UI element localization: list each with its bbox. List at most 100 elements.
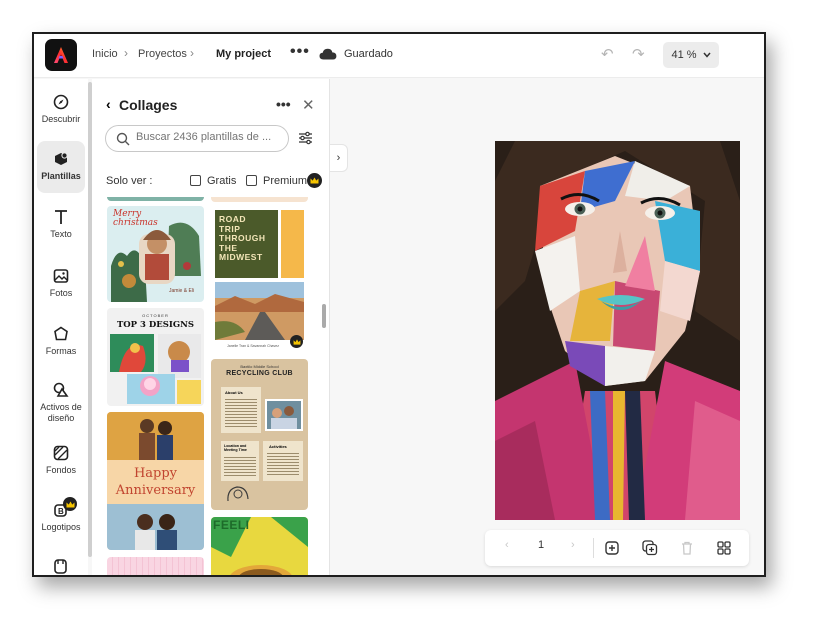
page-controls: ‹ 1 › [485, 530, 749, 566]
zoom-dropdown[interactable]: 41 % [663, 42, 719, 68]
template-thumbnail[interactable] [107, 197, 204, 201]
info-card: Location and Meeting Time [221, 441, 259, 481]
design-artboard[interactable] [495, 141, 740, 520]
title-line: THE [219, 242, 238, 253]
template-recycling-club[interactable]: Baxtilo Middle School RECYCLING CLUB Abo… [211, 359, 308, 510]
compass-icon [53, 94, 69, 110]
breadcrumb-home[interactable]: Inicio [92, 48, 118, 60]
info-card: Activities [263, 441, 303, 481]
panel-title: Collages [119, 97, 178, 113]
title-area: Happy Anniversary [107, 460, 204, 504]
section-heading: Activities [269, 444, 287, 449]
info-card: About Us [221, 387, 261, 433]
road-photo [215, 282, 304, 340]
template-title: Merry christmas [113, 210, 158, 228]
rail-item-text[interactable]: Texto [34, 208, 88, 239]
project-name[interactable]: My project [216, 48, 271, 60]
add-page-icon[interactable] [605, 541, 619, 555]
text-lines [224, 455, 256, 477]
title-block: ROAD TRIP THROUGH THE MIDWEST [215, 210, 278, 278]
search-input[interactable] [136, 131, 284, 143]
prev-page-icon[interactable]: ‹ [505, 539, 509, 551]
title-line: Happy [133, 466, 178, 481]
search-icon [116, 132, 130, 146]
couple-photo-top [107, 412, 204, 460]
panel-scrollbar[interactable] [322, 304, 326, 328]
delete-page-icon[interactable] [681, 541, 693, 555]
template-kicker: OCTOBER [142, 313, 169, 318]
rail-item-design-assets[interactable]: Activos de diseño [34, 381, 88, 424]
section-heading: Location and Meeting Time [224, 444, 247, 452]
collapse-panel-button[interactable]: › [330, 144, 348, 172]
grid-view-icon[interactable] [717, 541, 731, 555]
next-page-icon[interactable]: › [571, 539, 575, 551]
rail-item-templates[interactable]: Plantillas [37, 141, 85, 193]
premium-crown-icon [290, 335, 303, 348]
plugin-icon[interactable] [53, 558, 69, 574]
show-only-label: Solo ver : [106, 175, 153, 187]
image-icon [53, 269, 69, 283]
save-status: Guardado [344, 48, 393, 60]
section-heading: About Us [225, 390, 243, 395]
adobe-express-logo[interactable] [45, 39, 77, 71]
chevron-right-icon: › [190, 46, 194, 60]
accent-strip [281, 210, 304, 278]
template-kicker: Baxtilo Middle School [240, 364, 279, 369]
template-title: ROAD TRIP THROUGH THE MIDWEST [215, 210, 278, 268]
rail-item-photos[interactable]: Fotos [34, 267, 88, 298]
template-thumbnail[interactable] [107, 557, 204, 575]
express-logo-icon [54, 47, 68, 63]
title-line: THROUGH [219, 233, 266, 243]
template-christmas[interactable]: Merry christmas Jamie & Eli [107, 206, 204, 302]
rail-label: Plantillas [41, 171, 81, 181]
template-feeling[interactable]: FEELI [211, 517, 308, 575]
redo-icon[interactable]: ↷ [632, 45, 645, 63]
templates-panel: ‹ Collages ••• ✕ Solo ver : Gratis Premi… [92, 79, 330, 575]
template-search[interactable] [105, 125, 289, 152]
page-number: 1 [538, 539, 545, 551]
breadcrumb-projects[interactable]: Proyectos [138, 48, 187, 60]
template-thumbnail[interactable] [211, 197, 308, 202]
rail-item-backgrounds[interactable]: Fondos [34, 444, 88, 475]
title-line: Anniversary [115, 483, 196, 498]
premium-crown-icon [307, 173, 322, 188]
panel-more-icon[interactable]: ••• [276, 96, 291, 112]
template-road-trip[interactable]: ROAD TRIP THROUGH THE MIDWEST Janelle Tr… [211, 206, 308, 354]
template-title: TOP 3 DESIGNS [116, 320, 195, 330]
rail-label: Descubrir [41, 114, 81, 124]
premium-checkbox[interactable] [246, 175, 257, 186]
template-title: FEELI [213, 518, 250, 532]
back-chevron-icon[interactable]: ‹ [106, 96, 111, 112]
chevron-right-icon: › [336, 152, 341, 164]
more-options-icon[interactable]: ••• [290, 43, 310, 61]
template-grid: Merry christmas Jamie & Eli ROAD TRIP TH… [92, 197, 330, 575]
duplicate-page-icon[interactable] [642, 540, 658, 556]
free-label: Gratis [207, 175, 237, 187]
couple-photo-bottom [107, 504, 204, 550]
shapes-icon [54, 326, 68, 341]
title-line: TRIP [219, 223, 241, 234]
recycle-hands-icon [227, 486, 249, 502]
divider [593, 538, 594, 558]
rail-label: Fondos [45, 465, 77, 475]
rail-label: Fotos [49, 288, 73, 298]
rail-item-discover[interactable]: Descubrir [34, 93, 88, 124]
template-title: Happy Anniversary [107, 465, 204, 499]
template-top-designs[interactable]: OCTOBER TOP 3 DESIGNS [107, 308, 204, 406]
top-bar: Inicio › Proyectos › My project ••• Guar… [34, 34, 764, 78]
rail-item-shapes[interactable]: Formas [34, 325, 88, 356]
template-anniversary[interactable]: Happy Anniversary [107, 412, 204, 550]
undo-icon[interactable]: ↶ [601, 45, 614, 63]
premium-crown-icon [63, 497, 77, 511]
svg-text:B: B [58, 507, 64, 516]
filter-icon[interactable] [298, 131, 313, 145]
template-footer: Jamie & Eli [169, 288, 195, 294]
chevron-right-icon: › [124, 46, 128, 60]
rail-label: Logotipos [41, 522, 81, 532]
zoom-value: 41 % [671, 49, 697, 61]
free-checkbox[interactable] [190, 175, 201, 186]
assets-icon [53, 382, 69, 397]
close-icon[interactable]: ✕ [302, 96, 315, 114]
template-footer: Janelle Tran & Savannah Chavez [227, 344, 279, 348]
rail-item-logos[interactable]: B Logotipos [34, 497, 88, 532]
